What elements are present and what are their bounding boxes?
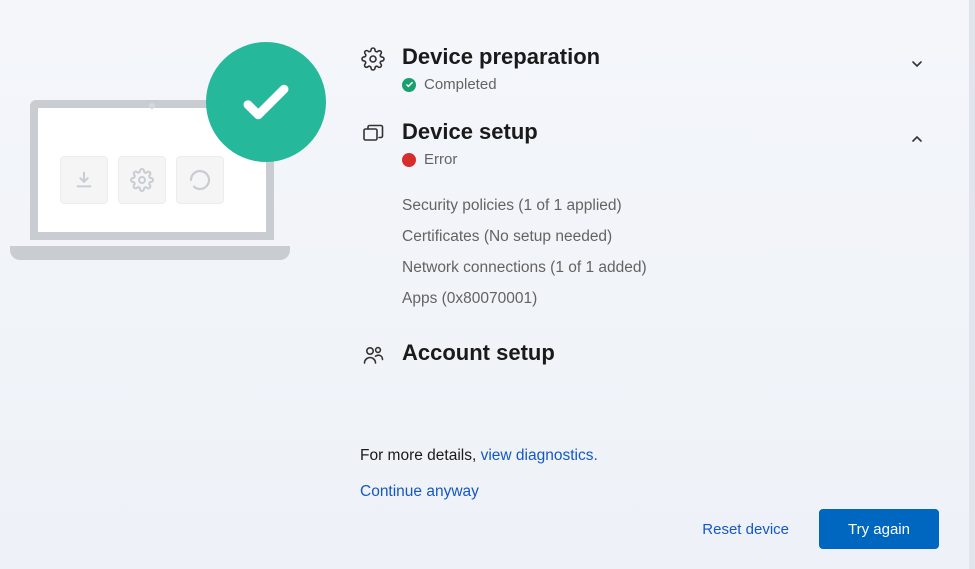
devices-icon — [360, 121, 386, 147]
gear-icon — [360, 46, 386, 72]
gear-icon — [118, 156, 166, 204]
illustration-panel — [0, 0, 360, 569]
download-icon — [60, 156, 108, 204]
status-ok-icon — [402, 78, 416, 92]
section-title: Account setup — [402, 340, 939, 366]
status-label: Error — [424, 151, 457, 168]
detail-line: Security policies (1 of 1 applied) — [402, 190, 939, 221]
section-title: Device setup — [402, 119, 889, 145]
refresh-icon — [176, 156, 224, 204]
view-diagnostics-link[interactable]: view diagnostics. — [481, 447, 598, 464]
status-panel: Device preparation Completed — [360, 0, 975, 569]
section-title: Device preparation — [402, 44, 889, 70]
chevron-down-icon — [905, 52, 929, 76]
chevron-up-icon — [905, 127, 929, 151]
section-details: Security policies (1 of 1 applied) Certi… — [402, 190, 939, 314]
section-account-setup[interactable]: Account setup — [360, 340, 939, 372]
detail-line: Network connections (1 of 1 added) — [402, 252, 939, 283]
section-device-setup[interactable]: Device setup Error — [360, 119, 939, 168]
more-details-text: For more details, view diagnostics. — [360, 447, 939, 465]
laptop-illustration — [10, 100, 290, 270]
status-error-icon — [402, 153, 416, 167]
people-icon — [360, 342, 386, 368]
detail-line: Certificates (No setup needed) — [402, 221, 939, 252]
continue-anyway-link[interactable]: Continue anyway — [360, 483, 939, 501]
section-device-preparation[interactable]: Device preparation Completed — [360, 44, 939, 93]
success-badge-icon — [206, 42, 326, 162]
reset-device-button[interactable]: Reset device — [684, 509, 807, 549]
detail-line: Apps (0x80070001) — [402, 283, 939, 314]
scrollbar[interactable] — [969, 0, 975, 569]
try-again-button[interactable]: Try again — [819, 509, 939, 549]
status-label: Completed — [424, 76, 497, 93]
footer: For more details, view diagnostics. Cont… — [360, 447, 939, 549]
